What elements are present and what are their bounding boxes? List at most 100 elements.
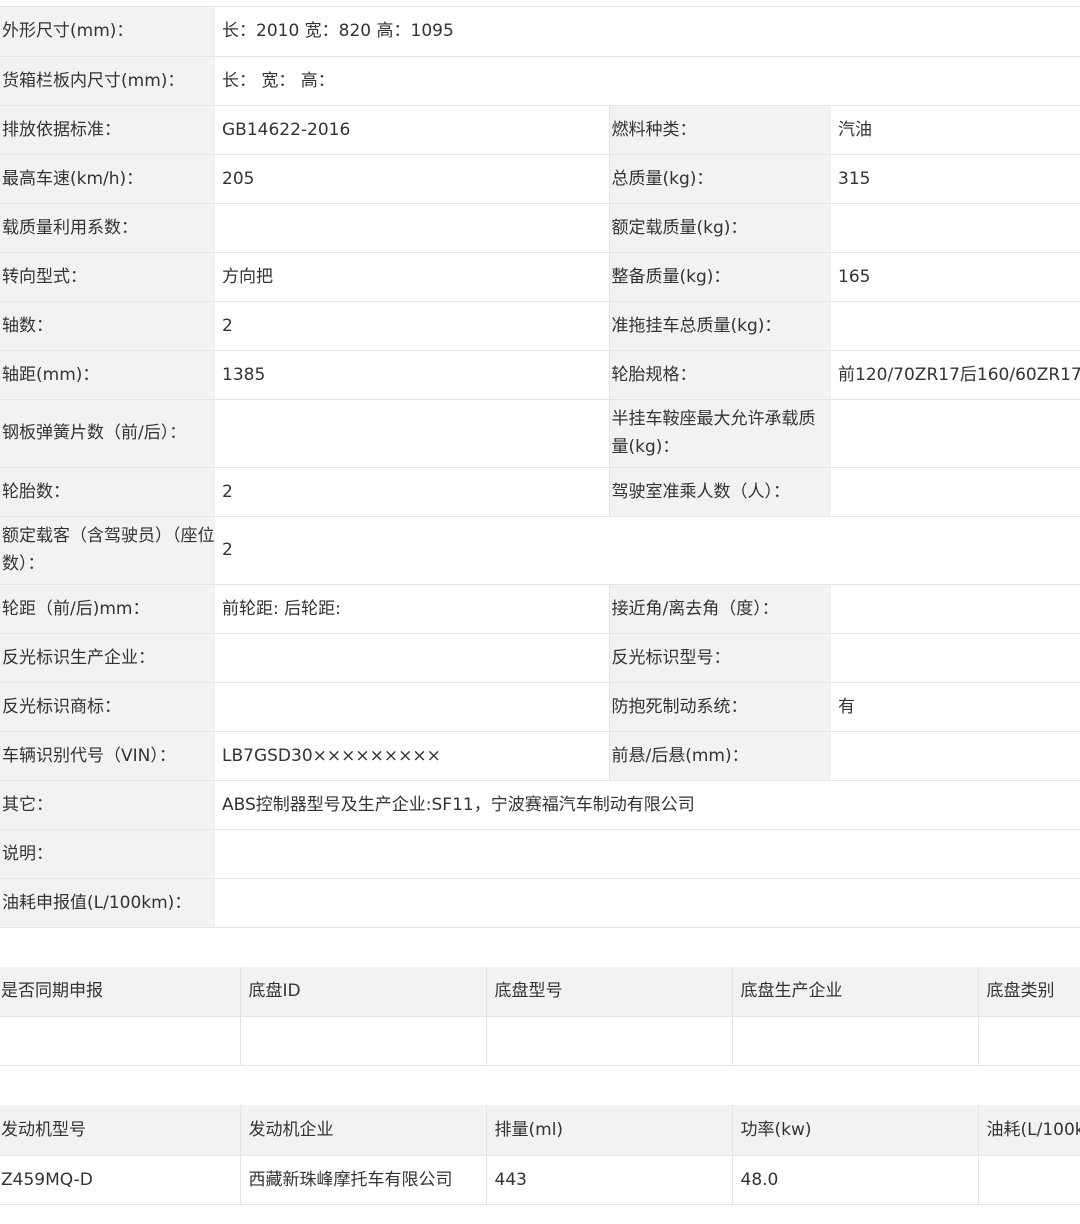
chassis-cell-model bbox=[485, 1016, 732, 1066]
spec-table: 外形尺寸(mm)： 长：2010 宽：820 高：1095 货箱栏板内尺寸(mm… bbox=[0, 7, 1080, 928]
util-value bbox=[215, 203, 609, 253]
engine-table: 发动机型号 发动机企业 排量(ml) 功率(kw) 油耗(L/100km) Z4… bbox=[0, 1105, 1080, 1205]
gross-mass-label: 总质量(kg)： bbox=[608, 154, 831, 204]
chassis-table: 是否同期申报 底盘ID 底盘型号 底盘生产企业 底盘类别 bbox=[0, 966, 1080, 1066]
reflector-maker-value bbox=[215, 633, 609, 683]
angle-label: 接近角/离去角（度）： bbox=[608, 584, 831, 634]
reflector-maker-label: 反光标识生产企业： bbox=[0, 633, 215, 683]
note-value bbox=[215, 829, 1080, 879]
dims-value: 长：2010 宽：820 高：1095 bbox=[215, 7, 1080, 57]
fuel-label: 燃料种类： bbox=[608, 105, 831, 155]
spring-value bbox=[215, 399, 609, 468]
seats-label: 额定载客（含驾驶员）（座位数）： bbox=[0, 516, 215, 585]
chassis-cell-category bbox=[977, 1016, 1080, 1066]
chassis-cell-maker bbox=[731, 1016, 978, 1066]
chassis-header-maker: 底盘生产企业 bbox=[731, 966, 978, 1017]
spec-row-emission: 排放依据标准： GB14622-2016 燃料种类： 汽油 bbox=[0, 105, 1080, 155]
engine-header-power: 功率(kw) bbox=[731, 1105, 978, 1156]
top-divider bbox=[0, 0, 1080, 7]
spec-row-tires: 轮胎数： 2 驾驶室准乘人数（人）： bbox=[0, 467, 1080, 517]
reflector-brand-label: 反光标识商标： bbox=[0, 682, 215, 732]
spec-row-cargo: 货箱栏板内尺寸(mm)： 长： 宽： 高： bbox=[0, 56, 1080, 106]
axles-label: 轴数： bbox=[0, 301, 215, 351]
util-label: 载质量利用系数： bbox=[0, 203, 215, 253]
reflector-model-value bbox=[831, 633, 1080, 683]
vin-label: 车辆识别代号（VIN）： bbox=[0, 731, 215, 781]
spec-row-vin: 车辆识别代号（VIN）： LB7GSD30××××××××× 前悬/后悬(mm)… bbox=[0, 731, 1080, 781]
spec-row-wheelbase: 轴距(mm)： 1385 轮胎规格： 前120/70ZR17后160/60ZR1… bbox=[0, 350, 1080, 400]
spec-row-other: 其它： ABS控制器型号及生产企业:SF11，宁波赛福汽车制动有限公司 bbox=[0, 780, 1080, 830]
wheelbase-value: 1385 bbox=[215, 350, 609, 400]
chassis-cell-id bbox=[239, 1016, 486, 1066]
dims-label: 外形尺寸(mm)： bbox=[0, 7, 215, 57]
curb-mass-label: 整备质量(kg)： bbox=[608, 252, 831, 302]
steer-label: 转向型式： bbox=[0, 252, 215, 302]
abs-value: 有 bbox=[831, 682, 1080, 732]
engine-cell-power: 48.0 bbox=[731, 1155, 978, 1205]
rated-load-value bbox=[831, 203, 1080, 253]
overhang-value bbox=[831, 731, 1080, 781]
saddle-label: 半挂车鞍座最大允许承载质量(kg)： bbox=[608, 399, 831, 468]
engine-cell-model: Z459MQ-D bbox=[0, 1155, 240, 1205]
wheelbase-label: 轴距(mm)： bbox=[0, 350, 215, 400]
steer-value: 方向把 bbox=[215, 252, 609, 302]
speed-value: 205 bbox=[215, 154, 609, 204]
engine-header-displacement: 排量(ml) bbox=[485, 1105, 732, 1156]
cargo-label: 货箱栏板内尺寸(mm)： bbox=[0, 56, 215, 106]
chassis-header-id: 底盘ID bbox=[239, 966, 486, 1017]
seats-value: 2 bbox=[215, 516, 1080, 585]
spring-label: 钢板弹簧片数（前/后）： bbox=[0, 399, 215, 468]
abs-label: 防抱死制动系统： bbox=[608, 682, 831, 732]
consumption-label: 油耗申报值(L/100km)： bbox=[0, 878, 215, 928]
tires-value: 2 bbox=[215, 467, 609, 517]
emission-label: 排放依据标准： bbox=[0, 105, 215, 155]
engine-header-consumption: 油耗(L/100km) bbox=[977, 1105, 1080, 1156]
trailer-mass-label: 准拖挂车总质量(kg)： bbox=[608, 301, 831, 351]
reflector-brand-value bbox=[215, 682, 609, 732]
engine-header-row: 发动机型号 发动机企业 排量(ml) 功率(kw) 油耗(L/100km) bbox=[0, 1105, 1080, 1156]
axles-value: 2 bbox=[215, 301, 609, 351]
saddle-value bbox=[831, 399, 1080, 468]
other-label: 其它： bbox=[0, 780, 215, 830]
other-value: ABS控制器型号及生产企业:SF11，宁波赛福汽车制动有限公司 bbox=[215, 780, 1080, 830]
vin-value: LB7GSD30××××××××× bbox=[215, 731, 609, 781]
cargo-value: 长： 宽： 高： bbox=[215, 56, 1080, 106]
spec-row-steering: 转向型式： 方向把 整备质量(kg)： 165 bbox=[0, 252, 1080, 302]
tire-spec-value: 前120/70ZR17后160/60ZR17 bbox=[831, 350, 1080, 400]
chassis-header-row: 是否同期申报 底盘ID 底盘型号 底盘生产企业 底盘类别 bbox=[0, 966, 1080, 1017]
chassis-header-concurrent: 是否同期申报 bbox=[0, 966, 240, 1017]
spec-row-dimensions: 外形尺寸(mm)： 长：2010 宽：820 高：1095 bbox=[0, 7, 1080, 57]
spec-row-utilization: 载质量利用系数： 额定载质量(kg)： bbox=[0, 203, 1080, 253]
engine-cell-displacement: 443 bbox=[485, 1155, 732, 1205]
spec-row-consumption: 油耗申报值(L/100km)： bbox=[0, 878, 1080, 928]
table-row: Z459MQ-D 西藏新珠峰摩托车有限公司 443 48.0 bbox=[0, 1155, 1080, 1205]
speed-label: 最高车速(km/h)： bbox=[0, 154, 215, 204]
angle-value bbox=[831, 584, 1080, 634]
spec-row-reflector-brand: 反光标识商标： 防抱死制动系统： 有 bbox=[0, 682, 1080, 732]
spec-row-track: 轮距（前/后)mm： 前轮距: 后轮距: 接近角/离去角（度）： bbox=[0, 584, 1080, 634]
spec-row-reflector-maker: 反光标识生产企业： 反光标识型号： bbox=[0, 633, 1080, 683]
spec-row-seats: 额定载客（含驾驶员）（座位数）： 2 bbox=[0, 516, 1080, 585]
emission-value: GB14622-2016 bbox=[215, 105, 609, 155]
chassis-cell-concurrent bbox=[0, 1016, 240, 1066]
engine-cell-consumption bbox=[977, 1155, 1080, 1205]
track-value: 前轮距: 后轮距: bbox=[215, 584, 609, 634]
tire-spec-label: 轮胎规格： bbox=[608, 350, 831, 400]
spec-row-axles: 轴数： 2 准拖挂车总质量(kg)： bbox=[0, 301, 1080, 351]
gross-mass-value: 315 bbox=[831, 154, 1080, 204]
note-label: 说明： bbox=[0, 829, 215, 879]
reflector-model-label: 反光标识型号： bbox=[608, 633, 831, 683]
spec-row-speed: 最高车速(km/h)： 205 总质量(kg)： 315 bbox=[0, 154, 1080, 204]
track-label: 轮距（前/后)mm： bbox=[0, 584, 215, 634]
table-row bbox=[0, 1016, 1080, 1066]
spec-row-spring: 钢板弹簧片数（前/后）： 半挂车鞍座最大允许承载质量(kg)： bbox=[0, 399, 1080, 468]
chassis-header-category: 底盘类别 bbox=[977, 966, 1080, 1017]
spec-row-note: 说明： bbox=[0, 829, 1080, 879]
trailer-mass-value bbox=[831, 301, 1080, 351]
cab-capacity-label: 驾驶室准乘人数（人）： bbox=[608, 467, 831, 517]
consumption-value bbox=[215, 878, 1080, 928]
engine-header-maker: 发动机企业 bbox=[239, 1105, 486, 1156]
chassis-header-model: 底盘型号 bbox=[485, 966, 732, 1017]
